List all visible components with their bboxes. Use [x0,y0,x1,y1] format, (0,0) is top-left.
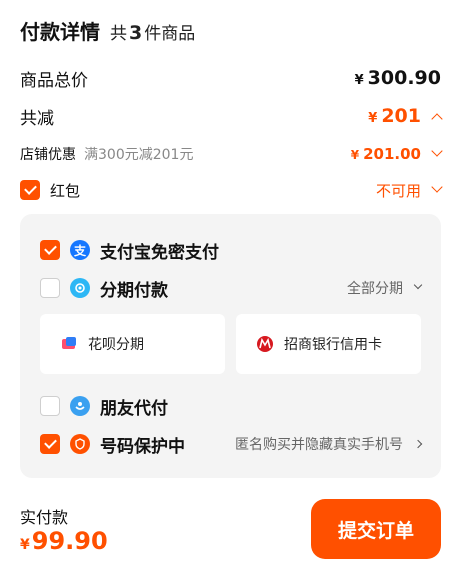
huabei-option[interactable]: 花呗分期 [40,314,225,374]
red-packet-status: 不可用 [375,181,421,200]
friend-pay-label: 朋友代付 [100,398,168,419]
number-protect-detail[interactable]: 匿名购买并隐藏真实手机号 [235,434,423,454]
submit-order-button[interactable]: 提交订单 [311,499,441,559]
huabei-label: 花呗分期 [88,337,144,353]
payment-methods-panel: 支 支付宝免密支付 分期付款 全部分期 花呗分期 招商银行信用卡 朋友代付 号码… [20,214,441,478]
friend-pay-checkbox[interactable] [40,396,60,416]
payment-installment-row[interactable]: 分期付款 全部分期 [40,276,423,301]
friend-pay-icon [70,396,90,416]
chevron-right-icon [413,439,423,449]
alipay-label: 支付宝免密支付 [100,242,219,263]
cmb-credit-card-option[interactable]: 招商银行信用卡 [236,314,421,374]
cmb-bank-icon [256,335,274,353]
page-header: 付款详情 共 3 件商品 [20,16,195,44]
store-discount-desc: 满300元减201元 [84,147,194,163]
installment-all-plans[interactable]: 全部分期 [347,278,423,298]
red-packet-row[interactable]: 红包 不可用 [20,178,443,202]
shield-icon [70,434,90,454]
alipay-icon: 支 [70,240,90,260]
payment-number-protect-row[interactable]: 号码保护中 匿名购买并隐藏真实手机号 [40,432,423,457]
red-packet-checkbox[interactable] [20,180,40,200]
installment-icon [70,278,90,298]
chevron-up-icon[interactable] [431,113,443,125]
number-protect-checkbox[interactable] [40,434,60,454]
chevron-down-icon[interactable] [431,145,443,157]
item-count: 共 3 件商品 [110,22,196,44]
chevron-down-icon [413,280,423,290]
total-price-value: ¥300.90 [354,67,441,89]
discount-label: 共减 [20,108,54,129]
number-protect-label: 号码保护中 [100,436,185,457]
total-price-label: 商品总价 [20,70,88,91]
payment-alipay-row[interactable]: 支 支付宝免密支付 [40,238,421,263]
discount-row[interactable]: 共减 ¥201 [20,102,443,130]
store-discount-row[interactable]: 店铺优惠 满300元减201元 ¥201.00 [20,142,443,166]
pay-amount-label: 实付款 [20,508,69,527]
chevron-down-icon[interactable] [431,181,443,193]
store-discount-value: ¥201.00 [350,145,421,163]
total-price-row: 商品总价 ¥300.90 [20,64,441,92]
pay-amount-value: ¥ 99.90 [20,527,108,555]
alipay-checkbox[interactable] [40,240,60,260]
installment-label: 分期付款 [100,280,168,301]
payment-friend-row[interactable]: 朋友代付 [40,394,421,419]
cmb-credit-card-label: 招商银行信用卡 [284,337,382,353]
huabei-icon [60,335,78,353]
red-packet-label: 红包 [50,181,81,200]
page-title: 付款详情 [20,20,100,44]
discount-value: ¥201 [368,105,421,127]
installment-checkbox[interactable] [40,278,60,298]
store-discount-label: 店铺优惠 [20,147,76,163]
